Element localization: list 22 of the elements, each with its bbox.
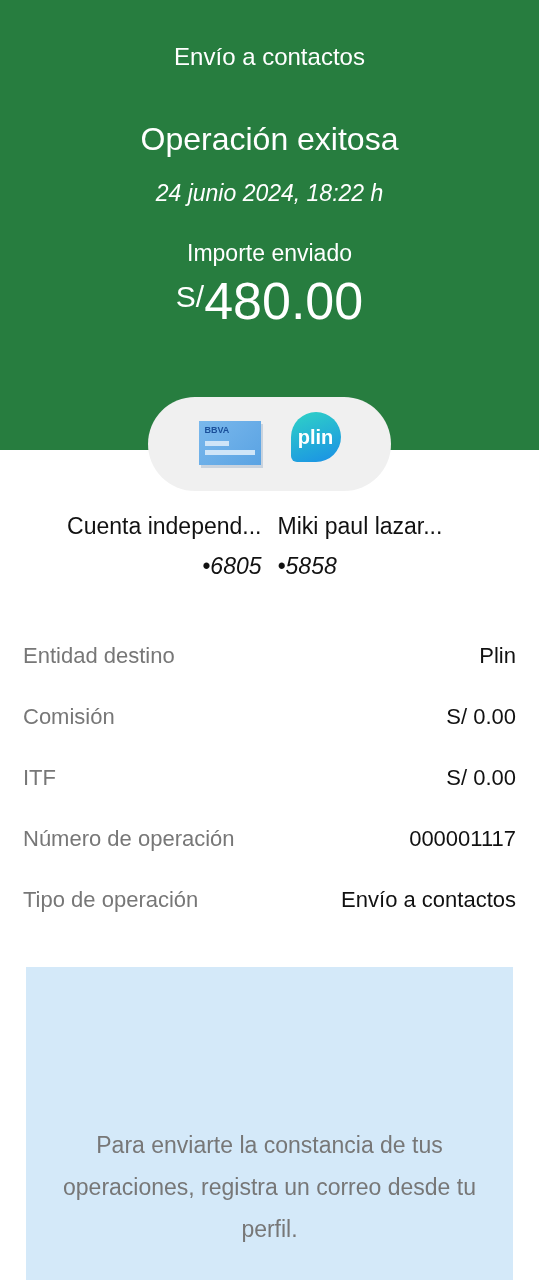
amount: $^{S/}$480.00 [175,273,364,329]
detail-value: 000001117 [409,825,516,852]
recipient-name: Miki paul lazar... [277,512,444,541]
recipient-number: •5858 [277,552,338,581]
detail-value: Envío a contactos [341,886,516,913]
notice-text: Para enviarte la constancia de tus operaciones, registra un correo desde tu perfil. [62,1131,477,1244]
detail-label: Tipo de operación [23,886,199,913]
detail-label: Entidad destino [23,642,175,669]
origin-account-name: Cuenta independ... [66,512,262,541]
card-icon: BBVA [198,421,261,465]
amount-label: Importe enviado [187,240,352,267]
detail-label: ITF [23,764,56,791]
detail-value: Plin [479,642,516,669]
detail-label: Número de operación [23,825,235,852]
screen-title: Envío a contactos [174,42,365,72]
detail-label: Comisión [23,703,115,730]
detail-value: S/ 0.00 [446,703,516,730]
status-title: Operación exitosa [140,120,399,158]
plin-logo: plin [290,412,341,462]
detail-value: S/ 0.00 [446,764,516,791]
origin-account-number: •6805 [201,552,262,581]
date-time: 24 junio 2024, 18:22 h [155,180,384,207]
